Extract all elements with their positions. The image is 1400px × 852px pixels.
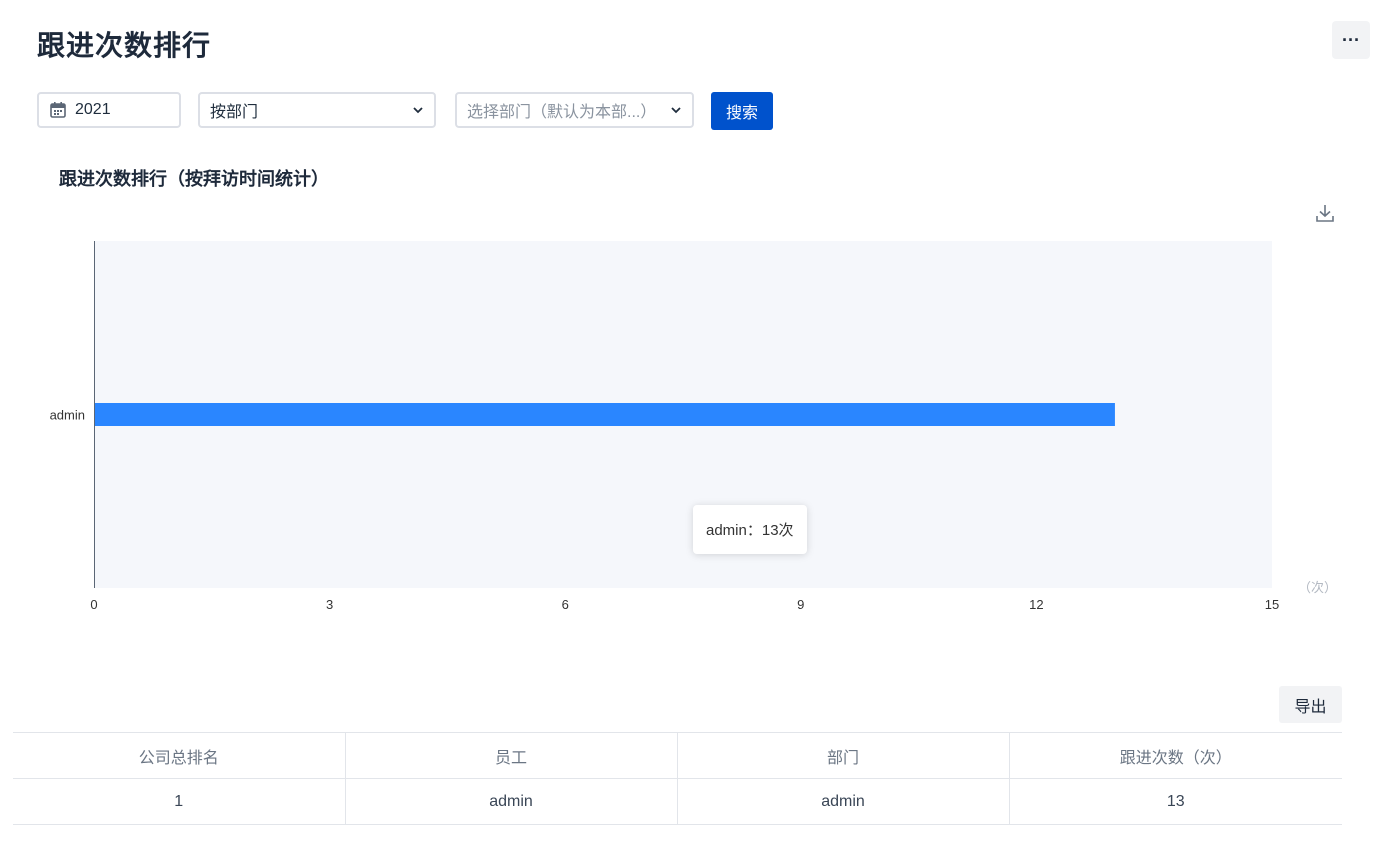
page-title: 跟进次数排行: [37, 30, 212, 61]
chart-tooltip: admin：13次: [693, 505, 807, 554]
x-tick-label: 6: [562, 597, 569, 612]
x-tick-label: 15: [1265, 597, 1279, 612]
range-type-select[interactable]: 按部门: [198, 92, 436, 128]
bar-chart: admin 0 3 6 9 12 15 （次）: [50, 241, 1337, 612]
calendar-icon: [50, 102, 66, 118]
cell-department: admin: [677, 778, 1010, 825]
chevron-down-icon: [413, 107, 423, 114]
range-type-value: 按部门: [210, 104, 259, 121]
department-select[interactable]: 选择部门（默认为本部...）: [455, 92, 694, 128]
bar-admin: [95, 403, 1115, 426]
cell-employee: admin: [345, 778, 678, 825]
column-header-employee: 员工: [345, 732, 678, 779]
department-placeholder: 选择部门（默认为本部...）: [467, 104, 657, 121]
year-value: 2021: [75, 101, 111, 118]
chart-title: 跟进次数排行（按拜访时间统计）: [59, 169, 329, 189]
y-tick-label: admin: [50, 408, 85, 423]
download-icon[interactable]: [1314, 202, 1336, 224]
ranking-table: 公司总排名 员工 部门 跟进次数（次） 1 admin admin 13: [13, 732, 1342, 825]
x-axis-unit: （次）: [1298, 580, 1337, 595]
more-options-button[interactable]: ···: [1332, 21, 1370, 59]
search-button[interactable]: 搜索: [711, 92, 773, 130]
table-row: 1 admin admin 13: [13, 778, 1342, 825]
x-tick-label: 0: [90, 597, 97, 612]
cell-follow-up-count: 13: [1009, 778, 1342, 825]
export-button[interactable]: 导出: [1279, 686, 1342, 723]
table-header-row: 公司总排名 员工 部门 跟进次数（次）: [13, 732, 1342, 779]
chevron-down-icon: [671, 107, 681, 114]
x-tick-label: 9: [797, 597, 804, 612]
year-picker[interactable]: 2021: [37, 92, 181, 128]
more-horizontal-icon: ···: [1342, 29, 1360, 50]
cell-rank: 1: [13, 778, 346, 825]
x-tick-label: 12: [1029, 597, 1043, 612]
x-tick-label: 3: [326, 597, 333, 612]
column-header-rank: 公司总排名: [13, 732, 346, 779]
column-header-department: 部门: [677, 732, 1010, 779]
column-header-follow-up-count: 跟进次数（次）: [1009, 732, 1342, 779]
